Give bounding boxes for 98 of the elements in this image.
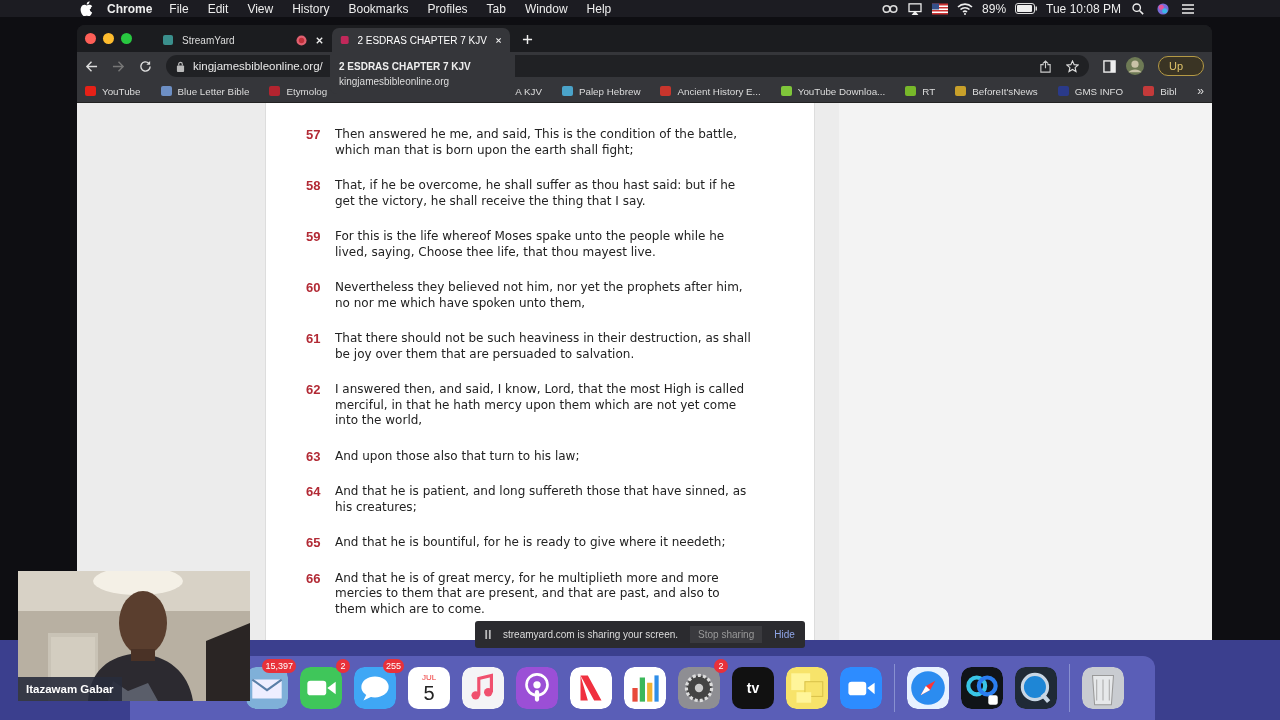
pause-icon <box>485 630 491 639</box>
more-bookmarks-button[interactable]: » <box>1197 84 1204 98</box>
zoom-button[interactable] <box>121 33 132 44</box>
favicon-icon <box>340 34 350 46</box>
verse-text: For this is the life whereof Moses spake unto the people while he lived, saying, Choose thee life, that thou mayest live. <box>335 229 726 260</box>
numbers-app-icon[interactable] <box>624 667 666 709</box>
calendar-app-icon[interactable]: JUL 5 <box>408 667 450 709</box>
verse-number: 59 <box>306 229 322 246</box>
menu-item[interactable]: Tab <box>486 1 506 16</box>
music-app-icon[interactable] <box>462 667 504 709</box>
verse-number: 60 <box>306 280 322 297</box>
reload-icon[interactable] <box>139 59 152 73</box>
apple-icon[interactable] <box>80 1 93 16</box>
clock[interactable]: Tue 10:08 PM <box>1046 1 1121 16</box>
verse-text: That there should not be such heaviness in their destruction, as shall be joy over them that are persuaded to salvation. <box>335 331 752 362</box>
verse-text: Then answered he me, and said, This is the condition of the battle, which man that is born upon the earth shall fight; <box>335 127 739 158</box>
menu-item[interactable]: Chrome <box>107 1 153 16</box>
side-panel-icon[interactable] <box>1102 59 1116 73</box>
menu-item[interactable]: File <box>169 1 189 16</box>
battery-percentage: 89% <box>982 1 1007 16</box>
menu-item[interactable]: Window <box>524 1 568 16</box>
airplay-icon[interactable] <box>907 2 924 15</box>
favicon-icon <box>162 34 174 46</box>
verse-number: 66 <box>306 570 322 588</box>
tooltip-url: kingjamesbibleonline.org <box>339 76 451 87</box>
close-window-button[interactable] <box>85 33 96 44</box>
verse-number: 58 <box>306 178 322 195</box>
share-icon[interactable] <box>1038 59 1052 73</box>
siri-icon[interactable] <box>1155 2 1171 15</box>
notification-badge: 255 <box>382 659 404 673</box>
menu-item[interactable]: History <box>292 1 330 16</box>
participant-name: Itazawam Gabar <box>18 677 122 701</box>
messages-app-icon[interactable] <box>354 667 396 709</box>
verse-text: And that he is of great mercy, for he multiplieth more and more mercies to them that are present, and that are past, and also to them which are to come. <box>335 570 721 617</box>
tooltip-title: 2 ESDRAS CHAPTER 7 KJV <box>339 61 472 72</box>
tv-app-icon[interactable]: tv <box>732 667 774 709</box>
zoom-app-icon[interactable] <box>840 667 882 709</box>
battery-icon[interactable] <box>1015 3 1038 14</box>
notification-badge: 2 <box>714 659 728 673</box>
verse-number: 57 <box>306 127 322 144</box>
verse-number: 63 <box>306 448 322 464</box>
bookmark[interactable]: GMS INFO <box>1057 85 1124 97</box>
close-icon[interactable] <box>494 35 502 45</box>
glasses-icon[interactable] <box>882 2 899 15</box>
verse-text: I answered then, and said, I know, Lord, that the most High is called merciful, in that he hath mercy upon them which are not yet come into the world, <box>335 382 746 429</box>
verse-text: And upon those also that turn to his law; <box>335 448 581 464</box>
new-tab-icon[interactable] <box>522 34 533 45</box>
back-icon[interactable] <box>85 59 98 73</box>
news-app-icon[interactable] <box>570 667 612 709</box>
menu-item[interactable]: View <box>247 1 274 16</box>
webex-app-icon[interactable] <box>961 667 1003 709</box>
close-icon[interactable] <box>315 35 324 45</box>
search-icon[interactable] <box>1130 2 1146 15</box>
bookmark[interactable]: RT <box>905 85 936 97</box>
bookmark[interactable]: Blue Letter Bible <box>160 85 250 97</box>
quicktime-app-icon[interactable] <box>1015 667 1057 709</box>
share-message: streamyard.com is sharing your screen. <box>503 629 679 640</box>
browser-tab[interactable]: StreamYard <box>154 28 332 52</box>
bookmark[interactable]: Palep Hebrew <box>561 85 641 97</box>
star-icon[interactable] <box>1065 59 1079 73</box>
update-button[interactable]: Up <box>1157 56 1204 76</box>
verse-number: 64 <box>306 484 322 501</box>
facetime-app-icon[interactable] <box>300 667 342 709</box>
stickies-app-icon[interactable] <box>786 667 828 709</box>
bookmark[interactable]: BeforeIt'sNews <box>955 85 1038 97</box>
verse-text: And that he is patient, and long suffereth those that have sinned, as his creatures; <box>335 484 748 515</box>
notification-badge: 2 <box>336 659 350 673</box>
bookmark[interactable]: A KJV <box>515 85 542 97</box>
control-center-icon[interactable] <box>1180 2 1196 15</box>
verse-number: 61 <box>306 331 322 348</box>
verse-text: And that he is bountiful, for he is ready to give where it needeth; <box>335 535 727 551</box>
bookmark[interactable]: Etymolog <box>269 85 328 97</box>
safari-app-icon[interactable] <box>907 667 949 709</box>
menu-item[interactable]: Bookmarks <box>348 1 409 16</box>
stop-sharing-button[interactable]: Stop sharing <box>690 626 763 643</box>
minimize-button[interactable] <box>103 33 114 44</box>
bookmark[interactable]: YouTube <box>85 85 141 97</box>
verse-number: 62 <box>306 382 322 399</box>
browser-tab[interactable]: 2 ESDRAS CHAPTER 7 KJV <box>332 28 510 52</box>
forward-icon[interactable] <box>112 59 125 73</box>
bookmark[interactable]: Ancient History E... <box>660 85 761 97</box>
profile-avatar-icon[interactable] <box>1125 57 1144 75</box>
flag-icon[interactable] <box>932 2 949 15</box>
notification-badge: 15,397 <box>262 659 296 673</box>
podcasts-app-icon[interactable] <box>516 667 558 709</box>
verse-text: That, if he be overcome, he shall suffer as thou hast said: but if he get the victory, he shall receive the thing that I say. <box>335 178 737 209</box>
menu-item[interactable]: Help <box>586 1 612 16</box>
settings-app-icon[interactable] <box>678 667 720 709</box>
trash-app-icon[interactable] <box>1082 667 1124 709</box>
wifi-icon[interactable] <box>957 2 974 15</box>
verse-text: Nevertheless they believed not him, nor yet the prophets after him, no nor me which have spoken unto them, <box>335 280 744 311</box>
menu-item[interactable]: Profiles <box>427 1 468 16</box>
verse-number: 65 <box>306 535 322 551</box>
lock-icon <box>176 60 185 72</box>
hide-button[interactable]: Hide <box>774 629 795 640</box>
bookmark[interactable]: Bibl <box>1143 85 1177 97</box>
menu-item[interactable]: Edit <box>207 1 229 16</box>
bookmark[interactable]: YouTube Downloa... <box>780 85 886 97</box>
